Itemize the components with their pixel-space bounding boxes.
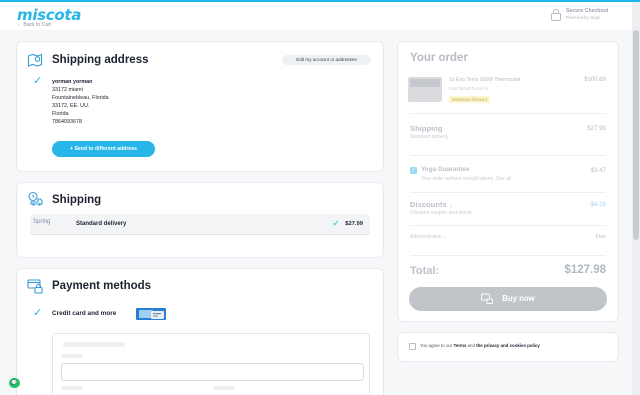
shipping-summary-sub: Standard delivery bbox=[410, 134, 449, 140]
shipping-option-standard[interactable]: Spring Standard delivery ✓ $27.99 bbox=[30, 214, 370, 235]
form-field-label-placeholder bbox=[61, 386, 83, 390]
discounts-label-text: Discounts bbox=[410, 200, 447, 209]
delivery-truck-icon bbox=[28, 191, 43, 206]
buy-now-button[interactable]: Buy now bbox=[409, 287, 607, 311]
divider bbox=[410, 255, 606, 256]
total-value: $127.98 bbox=[564, 264, 606, 276]
product-name[interactable]: 1x Exo Terra 100W Thermostat bbox=[449, 77, 521, 83]
lock-icon bbox=[551, 8, 561, 21]
shipping-method-label: Standard delivery bbox=[76, 221, 127, 227]
edit-account-button[interactable]: Edit my account or addresses bbox=[282, 55, 371, 65]
header: miscota ← Back to Cart Secure Checkout P… bbox=[0, 2, 640, 30]
credit-card-option[interactable]: Credit card and more bbox=[52, 310, 116, 317]
discount-badge: Maximum discount bbox=[449, 96, 490, 103]
form-placeholder bbox=[63, 342, 125, 347]
discounts-label[interactable]: Discounts ⌄ bbox=[410, 200, 453, 209]
address-state: Florida bbox=[52, 111, 69, 117]
form-field-label-placeholder bbox=[61, 354, 83, 358]
address-city: Fountainebleau, Florida bbox=[52, 95, 109, 101]
secure-checkout-sub: Powered by stripe bbox=[566, 15, 601, 20]
shipping-selected-check-icon: ✓ bbox=[332, 218, 340, 228]
shipping-title: Shipping bbox=[52, 194, 102, 206]
map-pin-icon bbox=[27, 53, 43, 67]
divider bbox=[410, 192, 606, 193]
buy-now-label: Buy now bbox=[502, 294, 535, 303]
secure-card-icon bbox=[481, 293, 494, 305]
address-zip: 33172, EE. UU. bbox=[52, 103, 90, 109]
address-street: 33172 miami bbox=[52, 87, 83, 93]
credit-cards-icon bbox=[136, 308, 166, 320]
spring-carrier-logo: Spring bbox=[33, 219, 51, 225]
order-title: Your order bbox=[410, 52, 468, 64]
card-payment-form bbox=[52, 333, 370, 395]
shipping-address-title: Shipping address bbox=[52, 54, 149, 66]
administration-label[interactable]: Administration ⌄ bbox=[410, 234, 447, 240]
divider bbox=[410, 155, 606, 156]
yoga-guarantee-sub[interactable]: Your order without complications. See al… bbox=[421, 176, 511, 182]
product-variant: Exo/ 25.5x17x4.5 cm bbox=[449, 86, 489, 91]
yoga-guarantee-checkbox[interactable]: ✓ bbox=[410, 167, 417, 174]
form-field-label-placeholder bbox=[213, 386, 235, 390]
total-label: Total: bbox=[410, 265, 440, 277]
divider bbox=[410, 113, 606, 114]
address-name: yorman yorman bbox=[52, 79, 93, 85]
chat-widget-button[interactable]: 💬 bbox=[9, 378, 20, 388]
shipping-summary-label: Shipping bbox=[410, 124, 443, 133]
terms-agreement: You agree to our Terms and the privacy a… bbox=[397, 332, 619, 362]
divider bbox=[410, 225, 606, 226]
address-phone: 7864093678 bbox=[52, 119, 82, 125]
terms-link[interactable]: Terms bbox=[454, 343, 467, 348]
chevron-down-icon: ⌄ bbox=[448, 203, 454, 209]
terms-middle: and bbox=[466, 343, 477, 348]
administration-value: Free bbox=[595, 234, 606, 240]
discounts-sub: Discount coupon and points bbox=[410, 210, 472, 216]
secure-card-icon bbox=[27, 279, 43, 294]
payment-methods-title: Payment methods bbox=[52, 280, 152, 292]
shipping-option-price: $27.99 bbox=[345, 221, 363, 227]
discounts-price: -$4.16 bbox=[588, 201, 606, 208]
yoga-guarantee-label: Yoga Guarantee bbox=[421, 166, 470, 173]
address-block: yorman yorman 33172 miami Fountainebleau… bbox=[52, 78, 109, 126]
product-price: $100.68 bbox=[584, 77, 606, 83]
product-image bbox=[408, 77, 442, 102]
privacy-policy-link[interactable]: the privacy and cookies policy bbox=[476, 343, 540, 348]
secure-checkout-title: Secure Checkout bbox=[566, 8, 609, 14]
card-number-input[interactable] bbox=[61, 363, 364, 381]
secure-checkout-badge: Secure Checkout Powered by stripe bbox=[550, 6, 616, 24]
terms-text: You agree to our Terms and the privacy a… bbox=[420, 343, 540, 348]
terms-checkbox[interactable] bbox=[409, 343, 416, 350]
yoga-guarantee-price: $3.47 bbox=[590, 167, 606, 174]
scrollbar-thumb[interactable] bbox=[633, 30, 639, 240]
terms-prefix: You agree to our bbox=[420, 343, 454, 348]
back-to-cart-link[interactable]: ← Back to Cart bbox=[17, 22, 51, 28]
payment-selected-check-icon: ✓ bbox=[33, 307, 43, 319]
send-to-different-address-button[interactable]: + Send to different address bbox=[52, 141, 155, 157]
address-selected-check-icon: ✓ bbox=[33, 75, 43, 87]
shipping-summary-price: $27.99 bbox=[587, 125, 606, 132]
